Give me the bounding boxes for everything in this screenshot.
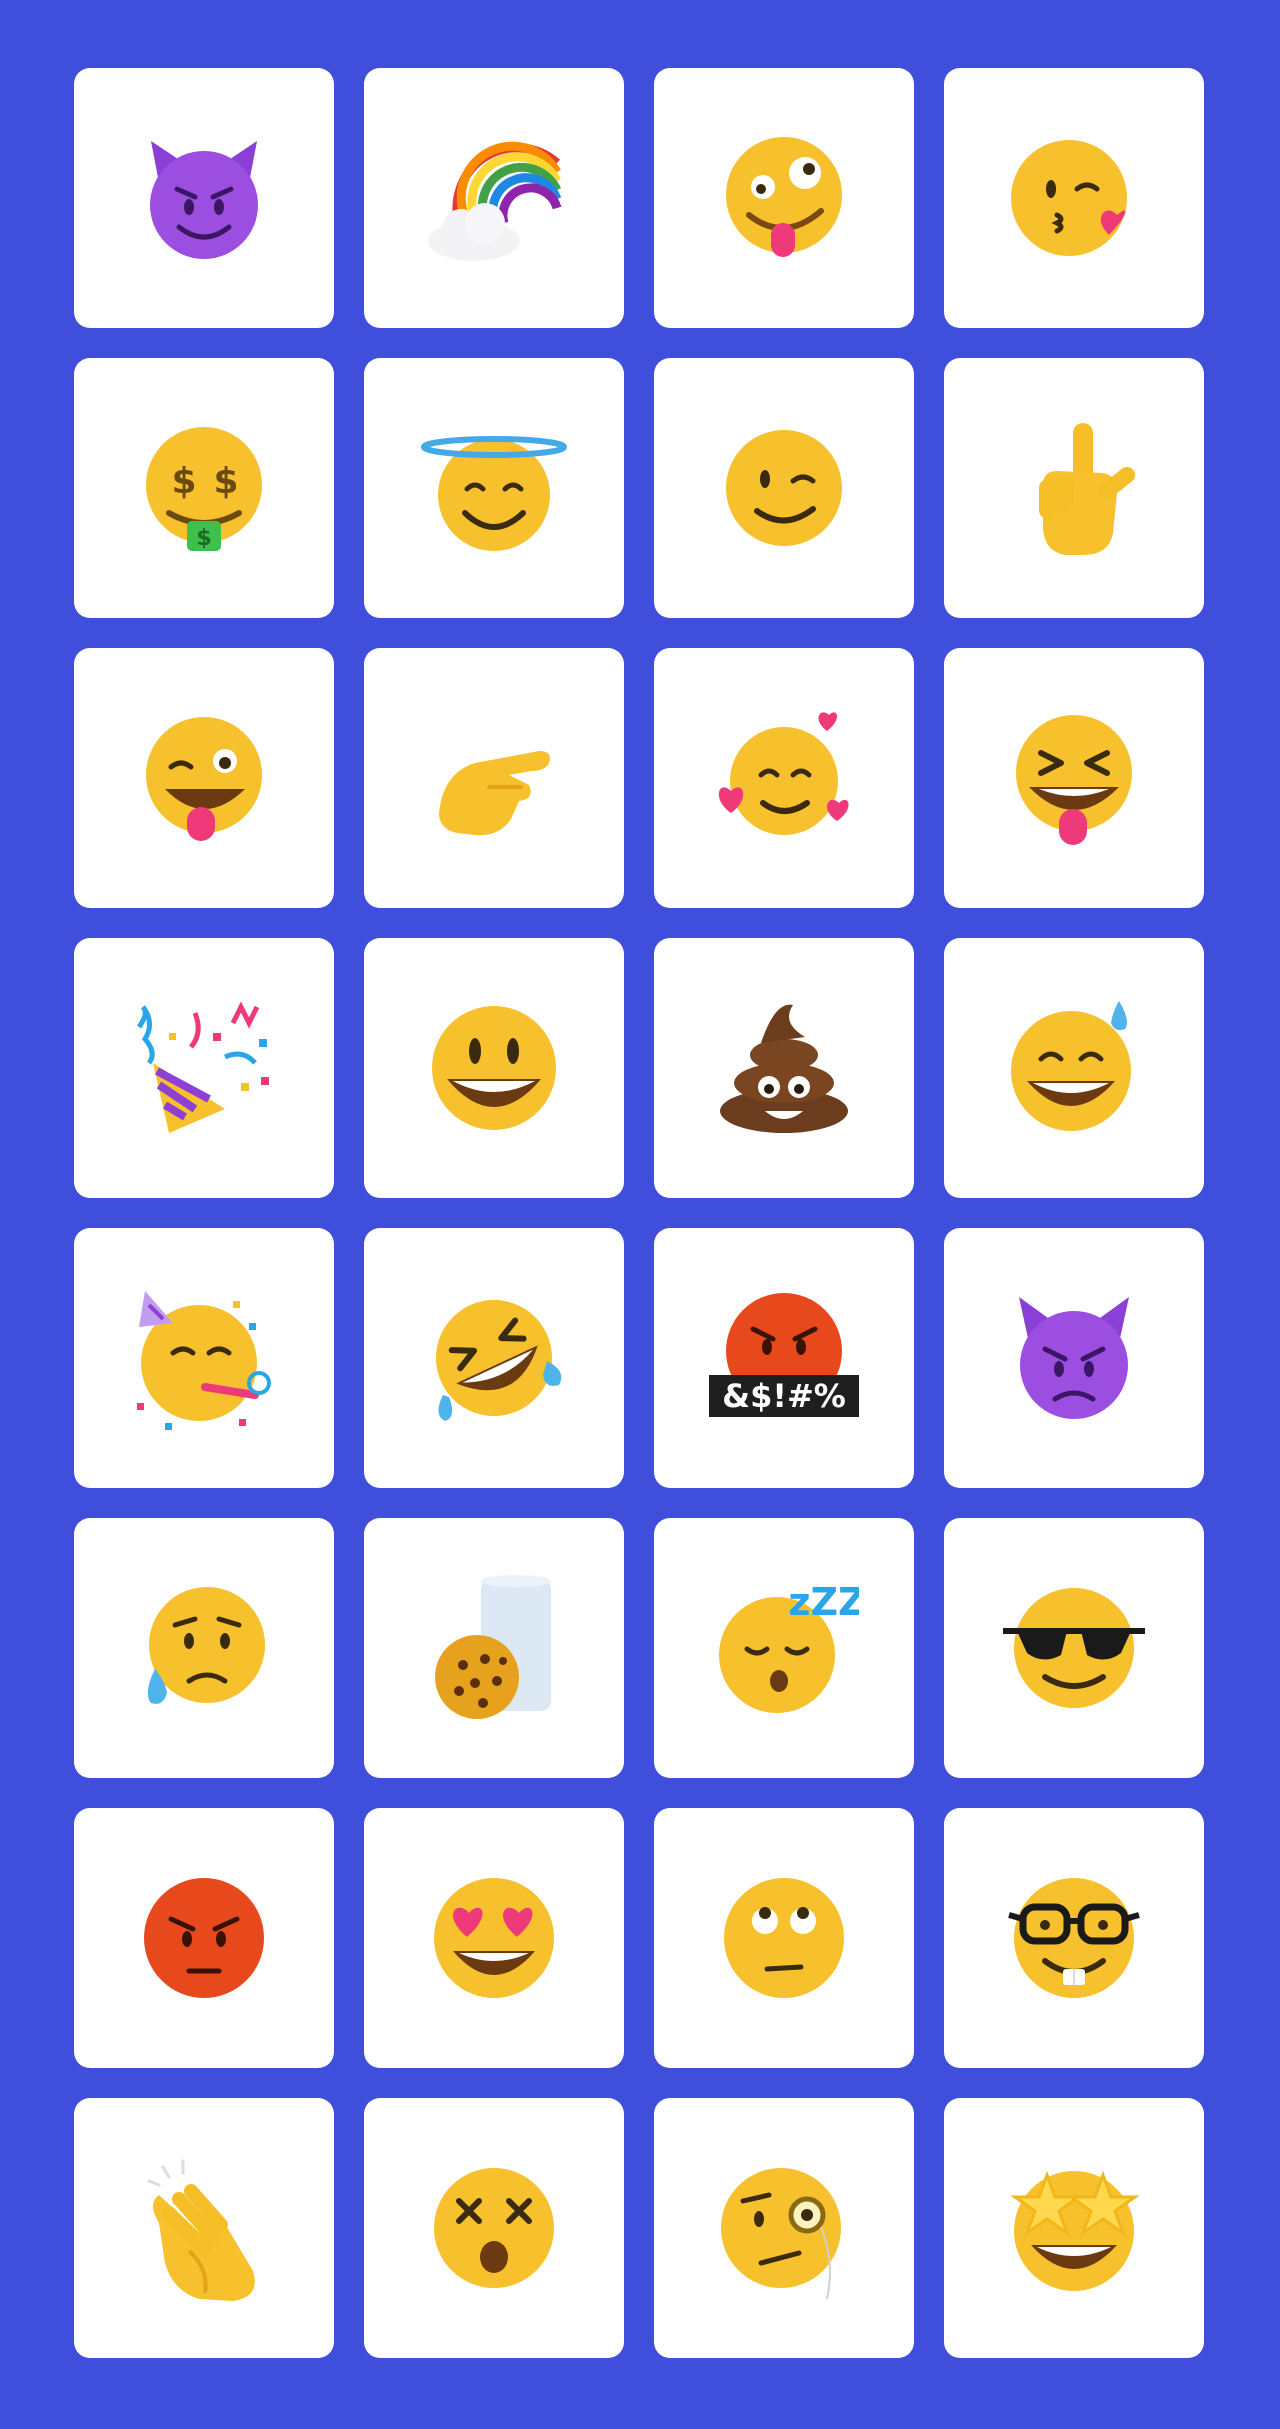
partying-face-icon [137,1291,271,1430]
rolling-laughing-face-icon [436,1300,562,1421]
emoji-tile[interactable] [654,68,914,328]
emoji-tile[interactable] [364,68,624,328]
emoji-tile[interactable]: &$!#% [654,1228,914,1488]
money-mouth-face-icon: $ $ $ [146,427,262,551]
emoji-grid: $ $ $ &$!#% zZZ [74,68,1204,2358]
kissing-heart-face-icon [1011,140,1127,256]
smiling-face-hearts-icon [718,712,849,835]
star-struck-face-icon [1010,2170,1140,2291]
clapping-hands-icon [147,2159,255,2301]
sunglasses-face-icon [1003,1588,1145,1708]
emoji-tile[interactable] [74,1808,334,2068]
emoji-tile[interactable]: $ $ $ [74,358,334,618]
zany-face-icon [726,137,842,257]
monocle-face-icon [721,2168,841,2300]
svg-text:$: $ [213,461,238,502]
angry-devil-icon [1019,1297,1129,1419]
grinning-sweat-face-icon [1011,1001,1131,1131]
rolling-eyes-face-icon [724,1878,844,1998]
emoji-tile[interactable]: zZZ [654,1518,914,1778]
winking-tongue-face-icon [146,717,262,841]
smiling-devil-icon [150,141,258,259]
cursing-symbols: &$!#% [722,1377,846,1415]
sad-tear-face-icon [147,1587,265,1704]
pile-of-poo-icon [720,1004,848,1133]
emoji-tile[interactable] [74,68,334,328]
squinting-tongue-face-icon [1016,715,1132,845]
svg-text:$: $ [196,526,211,551]
emoji-tile[interactable] [364,1228,624,1488]
emoji-tile[interactable] [944,938,1204,1198]
milk-and-cookie-icon [435,1575,551,1719]
emoji-tile[interactable] [364,1518,624,1778]
emoji-tile[interactable] [654,1808,914,2068]
sleeping-face-icon: zZZ [719,1580,859,1713]
emoji-tile[interactable] [654,358,914,618]
emoji-tile[interactable] [944,1228,1204,1488]
winking-face-icon [726,430,842,546]
emoji-tile[interactable] [74,2098,334,2358]
emoji-tile[interactable] [944,1808,1204,2068]
dizzy-face-icon [434,2168,554,2288]
emoji-tile[interactable] [944,68,1204,328]
rainbow-cloud-icon [428,141,562,261]
party-popper-icon [136,1001,269,1133]
pointing-hand-icon [439,751,550,836]
emoji-tile[interactable] [364,358,624,618]
nerd-face-icon [1008,1878,1140,1998]
emoji-tile[interactable] [944,1518,1204,1778]
emoji-tile[interactable] [74,938,334,1198]
emoji-tile[interactable] [944,648,1204,908]
pointing-up-hand-icon [1039,423,1135,555]
emoji-tile[interactable] [74,1228,334,1488]
emoji-tile[interactable] [74,648,334,908]
emoji-tile[interactable] [364,648,624,908]
emoji-tile[interactable] [364,2098,624,2358]
emoji-tile[interactable] [74,1518,334,1778]
halo-angel-face-icon [421,436,567,551]
emoji-tile[interactable] [944,358,1204,618]
heart-eyes-face-icon [434,1878,554,1998]
cursing-face-icon: &$!#% [709,1293,859,1417]
emoji-tile[interactable] [364,938,624,1198]
emoji-tile[interactable] [654,2098,914,2358]
emoji-tile[interactable] [654,938,914,1198]
emoji-tile[interactable] [944,2098,1204,2358]
emoji-tile[interactable] [654,648,914,908]
angry-red-face-icon [144,1878,264,1998]
zzz-label: zZZ [788,1580,859,1624]
grinning-face-icon [432,1006,556,1130]
svg-text:$: $ [171,461,196,502]
emoji-tile[interactable] [364,1808,624,2068]
